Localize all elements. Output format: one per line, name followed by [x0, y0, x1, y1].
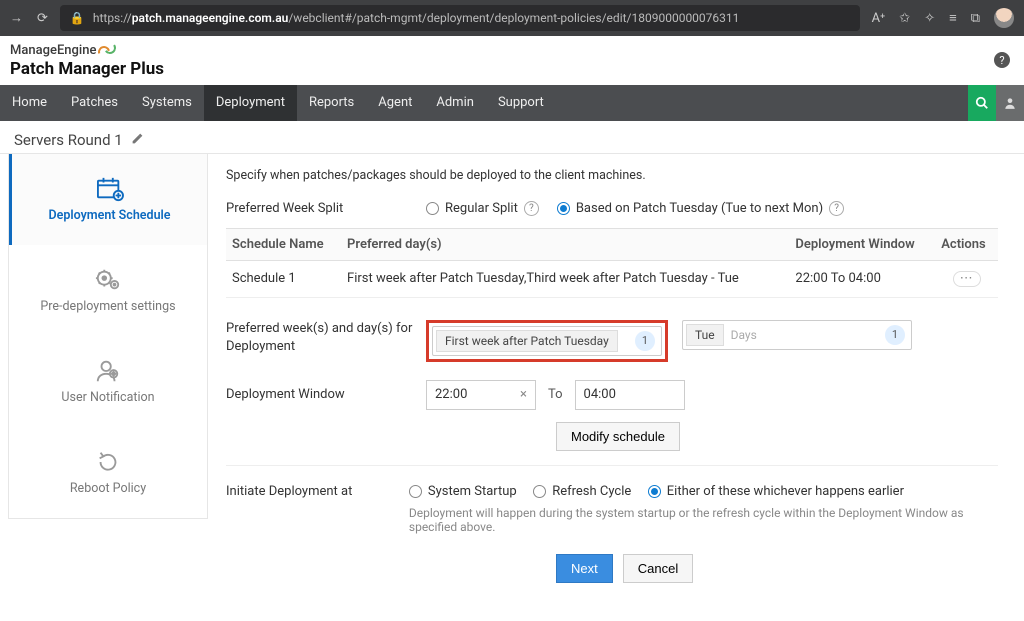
sidebar-pre-deployment[interactable]: Pre-deployment settings [9, 245, 207, 336]
initiate-hint: Deployment will happen during the system… [409, 506, 998, 534]
col-deployment-window: Deployment Window [789, 228, 935, 260]
radio-either[interactable]: Either of these whichever happens earlie… [648, 484, 904, 499]
schedule-table: Schedule Name Preferred day(s) Deploymen… [226, 228, 998, 298]
url-text: https://patch.manageengine.com.au/webcli… [93, 11, 740, 25]
brand-line2: Patch Manager Plus [10, 60, 164, 79]
calendar-icon [95, 176, 125, 202]
row-actions-button[interactable]: ⋯ [953, 271, 981, 287]
cancel-button[interactable]: Cancel [623, 554, 693, 583]
preferred-days-select[interactable]: Tue Days 1 [682, 320, 912, 350]
nav-support[interactable]: Support [486, 85, 556, 121]
pref-week-label-2: Deployment [226, 338, 426, 356]
nav-deployment[interactable]: Deployment [204, 85, 297, 121]
edit-title-icon[interactable] [131, 131, 144, 149]
sidebar-item-label: Reboot Policy [70, 481, 146, 496]
extensions-icon[interactable]: ✧ [924, 11, 935, 26]
table-row: Schedule 1 First week after Patch Tuesda… [226, 260, 998, 297]
brand-line1: ManageEngine [10, 44, 96, 58]
week-split-label: Preferred Week Split [226, 201, 426, 216]
sidebar-user-notification[interactable]: User Notification [9, 336, 207, 427]
pref-week-label-1: Preferred week(s) and day(s) for [226, 320, 426, 338]
user-menu[interactable] [996, 85, 1024, 121]
cell-deployment-window: 22:00 To 04:00 [789, 260, 935, 297]
brand-swirl-icon [98, 42, 116, 60]
browser-chrome: → ⟳ 🔒 https://patch.manageengine.com.au/… [0, 0, 1024, 36]
clear-from-icon[interactable]: × [520, 387, 527, 402]
brand-bar: ManageEngine Patch Manager Plus ? [0, 36, 1024, 85]
reader-icon[interactable]: A⁺ [872, 11, 886, 26]
user-icon [1003, 96, 1017, 110]
nav-reports[interactable]: Reports [297, 85, 366, 121]
forward-icon[interactable]: → [10, 10, 23, 26]
nav-patches[interactable]: Patches [59, 85, 130, 121]
help-regular-icon[interactable]: ? [524, 201, 539, 216]
nav-home[interactable]: Home [0, 85, 59, 121]
cell-preferred-days: First week after Patch Tuesday,Third wee… [341, 260, 789, 297]
col-actions: Actions [935, 228, 998, 260]
reboot-icon [93, 449, 123, 475]
nav-systems[interactable]: Systems [130, 85, 204, 121]
to-label: To [548, 387, 563, 402]
col-preferred-days: Preferred day(s) [341, 228, 789, 260]
sidebar-deployment-schedule[interactable]: Deployment Schedule [9, 154, 207, 245]
modify-schedule-button[interactable]: Modify schedule [556, 422, 680, 451]
cell-schedule-name: Schedule 1 [226, 260, 341, 297]
wizard-sidebar: Deployment Schedule Pre-deployment setti… [8, 154, 208, 519]
sidebar-reboot-policy[interactable]: Reboot Policy [9, 427, 207, 518]
refresh-icon[interactable]: ⟳ [37, 11, 48, 26]
intro-text: Specify when patches/packages should be … [226, 168, 998, 183]
url-bar[interactable]: 🔒 https://patch.manageengine.com.au/webc… [60, 5, 860, 31]
search-icon [975, 96, 989, 110]
help-icon[interactable]: ? [994, 52, 1010, 68]
initiate-label: Initiate Deployment at [226, 484, 409, 499]
lock-icon: 🔒 [70, 11, 85, 25]
favorites-icon[interactable]: ≡ [949, 10, 957, 26]
radio-regular-split[interactable]: Regular Split [426, 201, 518, 216]
highlight-box: First week after Patch Tuesday 1 [426, 320, 668, 362]
radio-patch-tuesday[interactable]: Based on Patch Tuesday (Tue to next Mon) [557, 201, 823, 216]
help-patch-icon[interactable]: ? [829, 201, 844, 216]
week-chip: First week after Patch Tuesday [436, 330, 618, 352]
preferred-weeks-select[interactable]: First week after Patch Tuesday 1 [432, 326, 662, 356]
day-count-badge: 1 [885, 325, 905, 345]
day-chip: Tue [686, 324, 724, 346]
main-nav: Home Patches Systems Deployment Reports … [0, 85, 1024, 121]
search-button[interactable] [968, 85, 996, 121]
days-placeholder: Days [727, 328, 757, 342]
col-schedule-name: Schedule Name [226, 228, 341, 260]
nav-admin[interactable]: Admin [424, 85, 486, 121]
sidebar-item-label: Pre-deployment settings [40, 299, 175, 314]
profile-avatar[interactable] [994, 8, 1014, 28]
sidebar-item-label: Deployment Schedule [48, 208, 170, 223]
next-button[interactable]: Next [556, 554, 613, 583]
to-time-input[interactable]: 04:00 [575, 380, 685, 410]
week-count-badge: 1 [635, 331, 655, 351]
settings-icon [93, 267, 123, 293]
deployment-window-label: Deployment Window [226, 387, 426, 402]
from-time-input[interactable]: 22:00 × [426, 380, 536, 410]
collections-icon[interactable]: ⧉ [971, 11, 980, 26]
page-title: Servers Round 1 [14, 131, 123, 149]
sidebar-item-label: User Notification [61, 390, 154, 405]
radio-refresh-cycle[interactable]: Refresh Cycle [533, 484, 631, 499]
user-notify-icon [93, 358, 123, 384]
star-icon[interactable]: ✩ [899, 11, 910, 26]
main-panel: Specify when patches/packages should be … [208, 154, 1016, 613]
nav-agent[interactable]: Agent [366, 85, 424, 121]
radio-system-startup[interactable]: System Startup [409, 484, 517, 499]
